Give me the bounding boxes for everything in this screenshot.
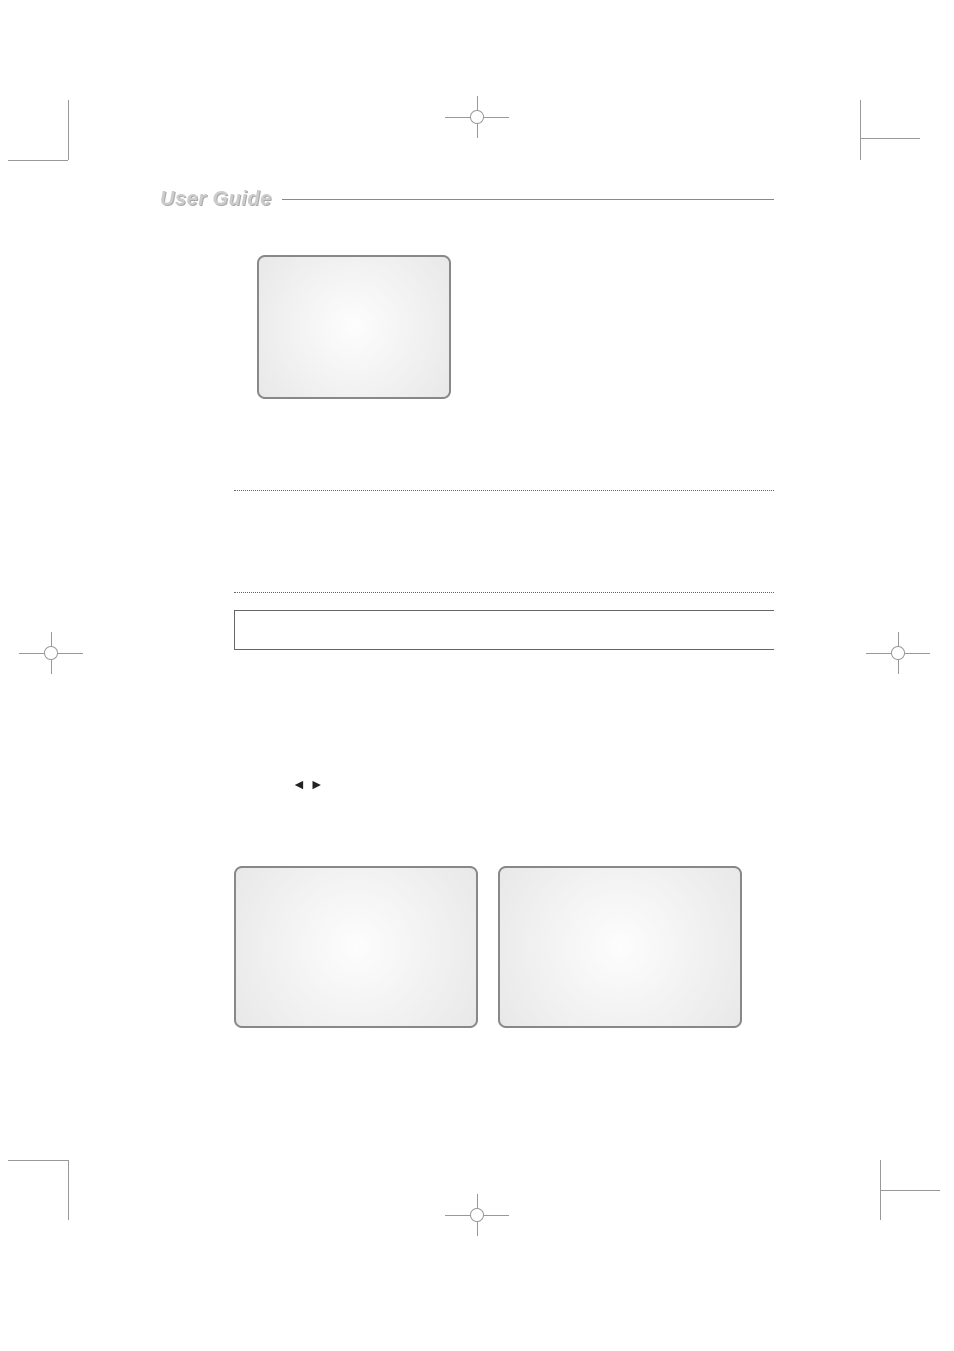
- registration-mark-icon: [19, 632, 83, 674]
- crop-mark-icon: [860, 100, 861, 160]
- crop-mark-icon: [880, 1190, 940, 1191]
- header-title: User Guide: [160, 188, 272, 211]
- arrow-right-icon: ►: [310, 776, 324, 792]
- crop-mark-icon: [68, 100, 69, 160]
- header: User Guide: [160, 188, 774, 211]
- crop-mark-icon: [8, 160, 68, 161]
- dotted-divider: [234, 490, 774, 491]
- registration-mark-icon: [445, 96, 509, 138]
- screen-illustration: [234, 866, 478, 1028]
- crop-mark-icon: [68, 1160, 69, 1220]
- registration-mark-icon: [445, 1194, 509, 1236]
- left-right-arrows-icon: ◄ ►: [292, 776, 324, 792]
- crop-mark-icon: [860, 138, 920, 139]
- screen-illustration: [257, 255, 451, 399]
- registration-mark-icon: [866, 632, 930, 674]
- dotted-divider: [234, 592, 774, 593]
- header-divider: [282, 199, 774, 200]
- screen-illustration: [498, 866, 742, 1028]
- crop-mark-icon: [8, 1160, 68, 1161]
- arrow-left-icon: ◄: [292, 776, 306, 792]
- note-box: [234, 610, 774, 650]
